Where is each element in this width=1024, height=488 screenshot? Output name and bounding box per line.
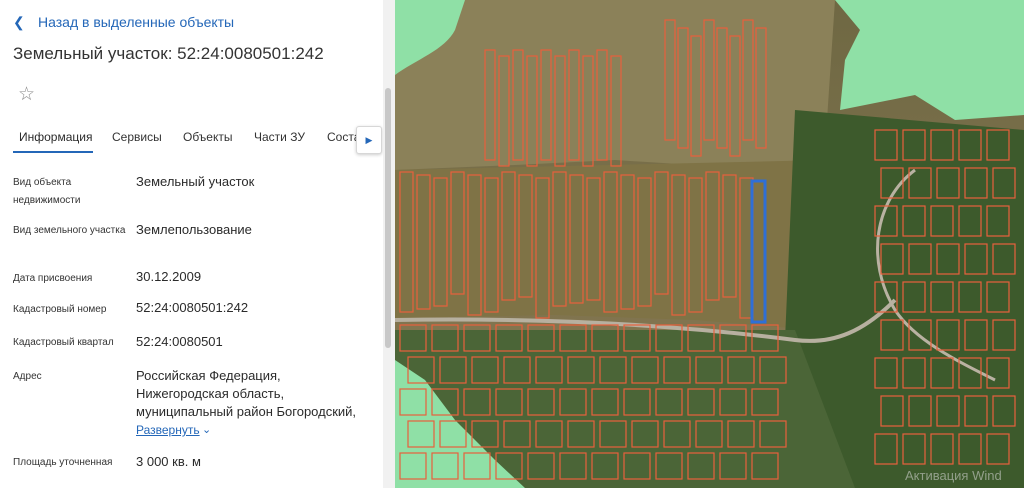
address-line: Нижегородская область,: [136, 386, 285, 401]
address-line: муниципальный район Богородский,: [136, 404, 357, 419]
chevron-down-icon[interactable]: ⌄: [202, 423, 211, 436]
chevron-right-icon[interactable]: ▶: [356, 126, 382, 154]
back-link-label: Назад в выделенные объекты: [38, 14, 235, 30]
back-link[interactable]: ❮ Назад в выделенные объекты: [13, 12, 234, 32]
area-label: Площадь уточненная: [13, 457, 113, 468]
scrollbar-thumb[interactable]: [385, 88, 391, 348]
tabs-bar: Информация Сервисы Объекты Части ЗУ Сост…: [0, 126, 383, 154]
tab-services[interactable]: Сервисы: [112, 130, 162, 144]
date-label: Дата присвоения: [13, 273, 93, 284]
star-icon[interactable]: ☆: [18, 84, 40, 106]
object-type-label: Вид объекта недвижимости: [13, 177, 81, 206]
cadastral-number-value: 52:24:0080501:242: [136, 300, 249, 315]
object-info-panel: ❮ Назад в выделенные объекты Земельный у…: [0, 0, 383, 488]
cadastral-number-label: Кадастровый номер: [13, 304, 107, 315]
address-label: Адрес: [13, 371, 42, 382]
strip-fields: [395, 160, 825, 330]
watermark-text: Активация Wind: [905, 468, 1002, 483]
zone-area: [835, 0, 1024, 120]
expand-address-link[interactable]: Развернуть: [136, 423, 200, 437]
cadastral-quarter-value: 52:24:0080501: [136, 334, 223, 349]
land-type-value: Землепользование: [136, 222, 252, 237]
tab-parts[interactable]: Части ЗУ: [254, 130, 305, 144]
area-value: 3 000 кв. м: [136, 454, 201, 469]
land-type-label: Вид земельного участка: [13, 225, 126, 236]
map-view[interactable]: Активация Wind: [395, 0, 1024, 488]
chevron-left-icon: ❮: [13, 13, 25, 30]
tab-information[interactable]: Информация: [19, 130, 92, 144]
satellite-map: Активация Wind: [395, 0, 1024, 488]
upper-field: [395, 0, 835, 170]
object-type-value: Земельный участок: [136, 174, 255, 189]
address-line: Российская Федерация,: [136, 368, 281, 383]
cadastral-quarter-label: Кадастровый квартал: [13, 337, 114, 348]
page-title: Земельный участок: 52:24:0080501:242: [13, 44, 324, 63]
panel-scrollbar[interactable]: [383, 0, 395, 488]
tab-objects[interactable]: Объекты: [183, 130, 233, 144]
active-tab-indicator: [13, 151, 93, 153]
date-value: 30.12.2009: [136, 269, 202, 284]
